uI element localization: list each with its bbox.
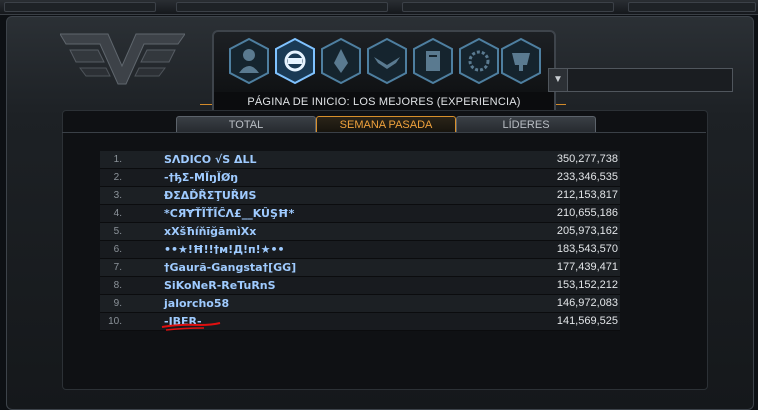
score: 153,152,212 [556,279,618,291]
table-row[interactable]: 8. SiKoNeR-ReTuRnS 153,152,212 [100,277,620,295]
rank: 4. [113,208,122,219]
top-strip-segment [4,2,156,12]
table-row[interactable]: 4. *CЯɎŤĨŤĨĈΛ£__KÛŞĦ* 210,655,186 [100,205,620,223]
player-name[interactable]: *CЯɎŤĨŤĨĈΛ£__KÛŞĦ* [164,205,294,222]
tab-total[interactable]: TOTAL [176,116,316,133]
table-row[interactable]: 1. SΛDICO √S ΔLL 350,277,738 [100,151,620,169]
tab-semana-pasada[interactable]: SEMANA PASADA [316,116,456,133]
emblem-icon[interactable] [274,37,316,85]
player-name[interactable]: ••★!Ħ!!†м!Д!п!★•• [164,241,285,258]
table-row[interactable]: 2. -†ђƩ-MĬŋĬØŋ 233,346,535 [100,169,620,187]
table-row[interactable]: 7. †Gaurã-Gangsta†[GG] 177,439,471 [100,259,620,277]
player-name[interactable]: xXšħíňīğāmìXx [164,223,256,240]
player-name[interactable]: †Gaurã-Gangsta†[GG] [164,259,296,276]
table-row[interactable]: 3. ĐΣΔĎŘΣŢUŘИS 212,153,817 [100,187,620,205]
rank: 10. [108,316,122,327]
trophy-icon[interactable] [500,37,542,85]
wings-icon[interactable] [366,37,408,85]
filter-dropdown[interactable]: ▼ [548,68,733,92]
red-underline-annotation [161,322,221,331]
top-strip-segment [628,2,756,12]
codex-icon[interactable] [412,37,454,85]
top-strip-segment [402,2,614,12]
player-name[interactable]: ĐΣΔĎŘΣŢUŘИS [164,187,256,204]
score: 183,543,570 [556,243,618,255]
score: 205,973,162 [556,225,618,237]
rank: 6. [113,244,122,255]
page-title: PÁGINA DE INICIO: LOS MEJORES (EXPERIENC… [212,92,556,112]
table-row[interactable]: 9. jalorcho58 146,972,083 [100,295,620,313]
player-name[interactable]: SiKoNeR-ReTuRnS [164,277,276,294]
circle-icon[interactable] [458,37,500,85]
top-strip-segment [176,2,388,12]
rank: 9. [113,298,122,309]
rank: 2. [113,172,122,183]
score: 177,439,471 [556,261,618,273]
score: 233,346,535 [556,171,618,183]
chevron-down-icon[interactable]: ▼ [549,69,568,91]
rank-icon[interactable] [320,37,362,85]
tab-lideres[interactable]: LÍDERES [456,116,596,133]
score: 146,972,083 [556,297,618,309]
rank: 3. [113,190,122,201]
table-row[interactable]: 6. ••★!Ħ!!†м!Д!п!★•• 183,543,570 [100,241,620,259]
tab-divider [62,132,706,133]
rank: 1. [113,154,122,165]
table-row[interactable]: 5. xXšħíňīğāmìXx 205,973,162 [100,223,620,241]
winged-emblem-icon [60,33,185,85]
player-name[interactable]: -†ђƩ-MĬŋĬØŋ [164,169,238,186]
rank: 5. [113,226,122,237]
profile-icon[interactable] [228,37,270,85]
player-name[interactable]: SΛDICO √S ΔLL [164,151,257,168]
leaderboard-list: 1. SΛDICO √S ΔLL 350,277,738 2. -†ђƩ-MĬŋ… [100,151,620,331]
rank: 7. [113,262,122,273]
score: 212,153,817 [556,189,618,201]
player-name[interactable]: jalorcho58 [164,295,229,312]
score: 210,655,186 [556,207,618,219]
title-accent-left [200,104,212,105]
score: 350,277,738 [556,153,618,165]
top-strip [0,0,758,15]
rank: 8. [113,280,122,291]
score: 141,569,525 [556,315,618,327]
